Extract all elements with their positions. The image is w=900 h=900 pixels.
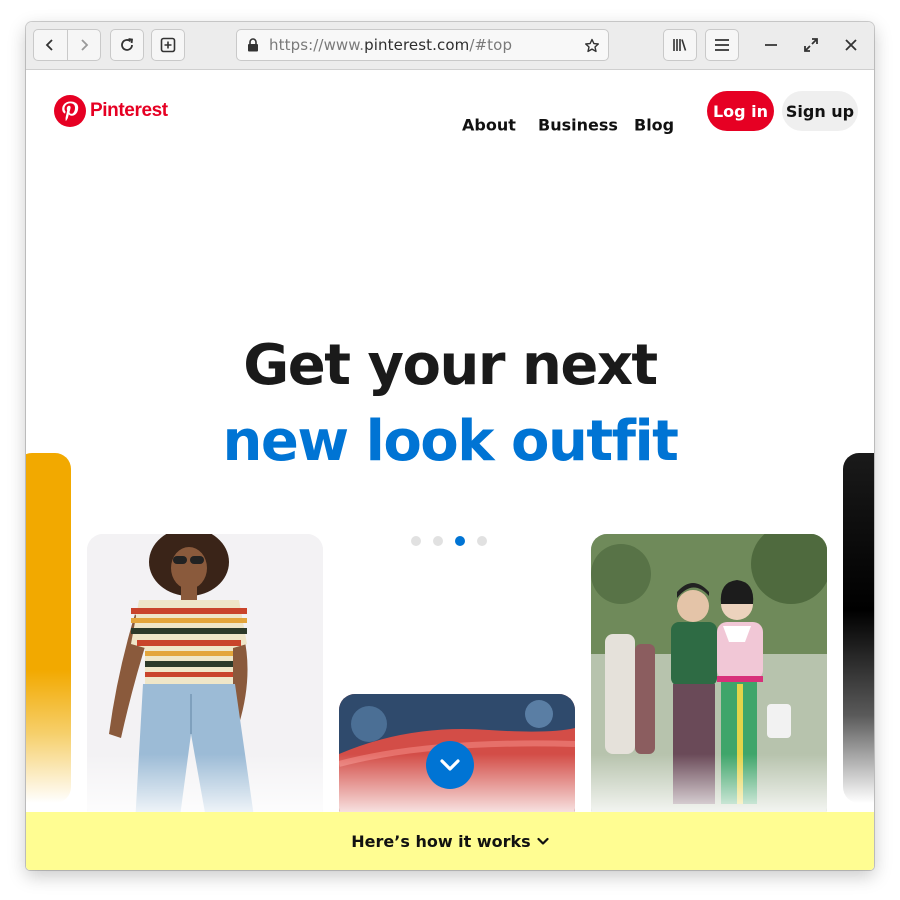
browser-window: https://www.pinterest.com/#top Pinterest… xyxy=(26,22,874,870)
scroll-down-button[interactable] xyxy=(426,741,474,789)
nav-business-link[interactable]: Business xyxy=(538,116,618,135)
bookmark-star-button[interactable] xyxy=(582,36,602,56)
chevron-down-icon xyxy=(537,837,549,846)
new-tab-icon xyxy=(160,37,176,53)
login-button[interactable]: Log in xyxy=(707,91,774,131)
carousel-dot[interactable] xyxy=(477,536,487,546)
pinterest-logo-link[interactable]: Pinterest xyxy=(54,95,168,127)
nav-blog-link[interactable]: Blog xyxy=(634,116,674,135)
image-card-partial-right xyxy=(843,453,874,803)
library-icon xyxy=(673,39,687,51)
logo-text: Pinterest xyxy=(90,100,168,121)
image-card-partial-left xyxy=(26,453,71,803)
pinterest-logo-icon xyxy=(54,95,86,127)
nav-about-link[interactable]: About xyxy=(462,116,516,135)
close-window-button[interactable] xyxy=(836,30,866,60)
maximize-icon xyxy=(804,38,818,52)
forward-icon xyxy=(81,39,89,51)
minimize-button[interactable] xyxy=(756,30,786,60)
back-icon xyxy=(46,39,54,51)
url-text: https://www.pinterest.com/#top xyxy=(269,36,512,54)
chevron-down-icon xyxy=(440,759,460,771)
carousel-dot-active[interactable] xyxy=(455,536,465,546)
new-tab-button[interactable] xyxy=(151,29,185,61)
menu-icon xyxy=(715,39,729,51)
carousel-indicator xyxy=(411,536,487,546)
lock-icon xyxy=(237,38,269,52)
minimize-icon xyxy=(765,44,777,46)
image-card-striped-tee xyxy=(87,534,323,824)
back-button[interactable] xyxy=(34,30,67,60)
how-it-works-banner[interactable]: Here’s how it works xyxy=(26,812,874,870)
url-path: /#top xyxy=(469,36,513,54)
carousel-dot[interactable] xyxy=(433,536,443,546)
hero-headline: Get your next xyxy=(243,333,658,398)
browser-toolbar: https://www.pinterest.com/#top xyxy=(26,22,874,70)
url-host: pinterest.com xyxy=(364,36,470,54)
star-icon xyxy=(585,38,599,53)
reload-icon xyxy=(121,38,133,51)
close-icon xyxy=(845,39,857,51)
url-scheme: https://www. xyxy=(269,36,365,54)
address-bar[interactable]: https://www.pinterest.com/#top xyxy=(236,29,609,61)
hero-subheadline: new look outfit xyxy=(222,409,679,474)
history-buttons xyxy=(33,29,101,61)
maximize-button[interactable] xyxy=(796,30,826,60)
menu-button[interactable] xyxy=(705,29,739,61)
webpage: Pinterest About Business Blog Log in Sig… xyxy=(26,71,874,870)
reload-button[interactable] xyxy=(110,29,144,61)
forward-button[interactable] xyxy=(66,30,100,60)
carousel-dot[interactable] xyxy=(411,536,421,546)
image-card-street-style xyxy=(591,534,827,824)
how-it-works-label: Here’s how it works xyxy=(351,831,531,851)
signup-button[interactable]: Sign up xyxy=(782,91,858,131)
library-button[interactable] xyxy=(663,29,697,61)
